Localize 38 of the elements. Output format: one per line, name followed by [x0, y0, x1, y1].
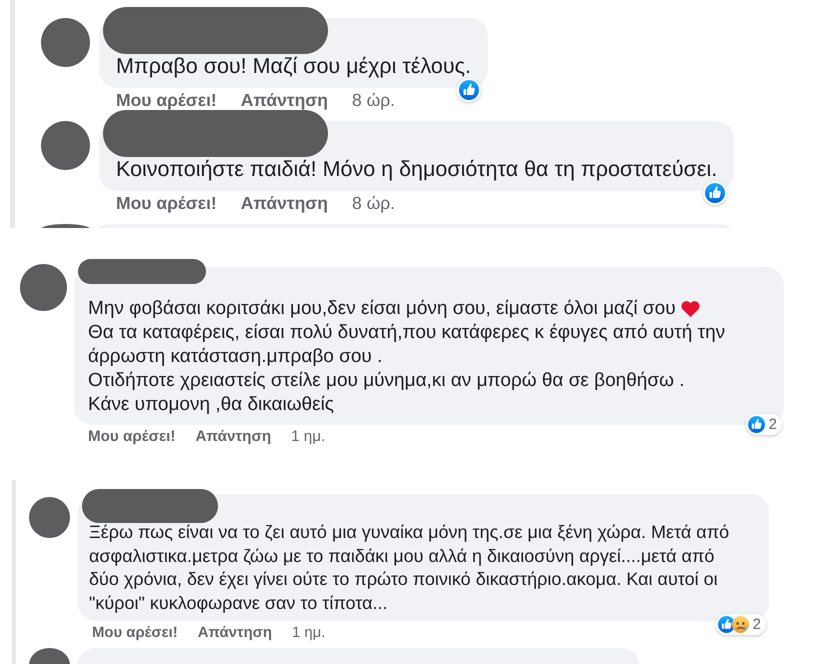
reply-link[interactable]: Απάντηση	[240, 90, 328, 110]
comment-text: Κάνε υπομονη ,θα δικαιωθείς	[88, 393, 334, 417]
comment-text: άρρωστη κατάσταση.μπραβο σου .	[88, 345, 382, 369]
reply-link[interactable]: Απάντηση	[198, 624, 272, 642]
avatar	[29, 648, 70, 664]
comment-text: Μπραβο σου! Μαζί σου μέχρι τέλους.	[116, 53, 471, 79]
reply-link[interactable]: Απάντηση	[240, 193, 328, 213]
comment-text: Κοινοποιήστε παιδιά! Μόνο η δημοσιότητα θα τη προστατεύσει.	[116, 156, 718, 182]
comment-text: Ξέρω πως είναι να το ζει αυτό μια γυναίκα μόνη της.σε μια ξένη χώρα. Μετά από	[89, 521, 730, 544]
thumbs-up-icon	[705, 183, 726, 203]
comment-text: Μην φοβάσαι κοριτσάκι μου,δεν είσαι μόνη σου, είμαστε όλοι μαζί σου	[88, 297, 676, 321]
crying-face-icon	[732, 616, 749, 633]
like-link[interactable]: Μου αρέσει!	[88, 428, 176, 446]
timestamp-link[interactable]: 8 ώρ.	[352, 193, 396, 213]
avatar	[41, 121, 90, 170]
timestamp-link[interactable]: 8 ώρ.	[352, 90, 396, 110]
like-link[interactable]: Μου αρέσει!	[116, 90, 217, 110]
avatar	[41, 18, 90, 67]
comment-text: "κύροι" κυκλοφωρανε σαν το τίποτα...	[89, 592, 388, 615]
comment-text: Οτιδήποτε χρειαστείς στείλε μου μύνημα,κι αν μπορώ θα σε βοηθήσω .	[88, 369, 684, 393]
comment-text: ασφαλιστικα.μετρα ζώω με το παιδάκι μου αλλά η δικαιοσύνη αργεί....μετά από	[89, 544, 714, 568]
reply-link[interactable]: Απάντηση	[195, 428, 272, 446]
like-link[interactable]: Μου αρέσει!	[116, 193, 217, 213]
reaction-summary[interactable]	[703, 181, 728, 205]
timestamp-link[interactable]: 1 ημ.	[292, 624, 326, 642]
reaction-summary[interactable]: 2	[716, 614, 766, 635]
timestamp-link[interactable]: 1 ημ.	[291, 428, 326, 446]
like-link[interactable]: Μου αρέσει!	[92, 624, 178, 642]
thumbs-up-icon	[748, 416, 765, 433]
thumbs-up-icon	[718, 616, 735, 633]
thumbs-up-icon	[458, 80, 479, 100]
avatar	[29, 497, 70, 538]
avatar	[41, 224, 90, 228]
reaction-summary[interactable]: 2	[746, 414, 782, 435]
comment-text: δύο χρόνια, δεν έχει γίνει ούτε το πρώτο ποινικό δικαστήριο.ακομα. Και αυτοί οι	[89, 568, 718, 591]
comment-text: Θα τα καταφέρεις, είσαι πολύ δυνατή,που κατάφερες κ έφυγες από αυτή την	[88, 321, 726, 345]
avatar	[20, 264, 67, 311]
reaction-summary[interactable]	[456, 78, 481, 102]
